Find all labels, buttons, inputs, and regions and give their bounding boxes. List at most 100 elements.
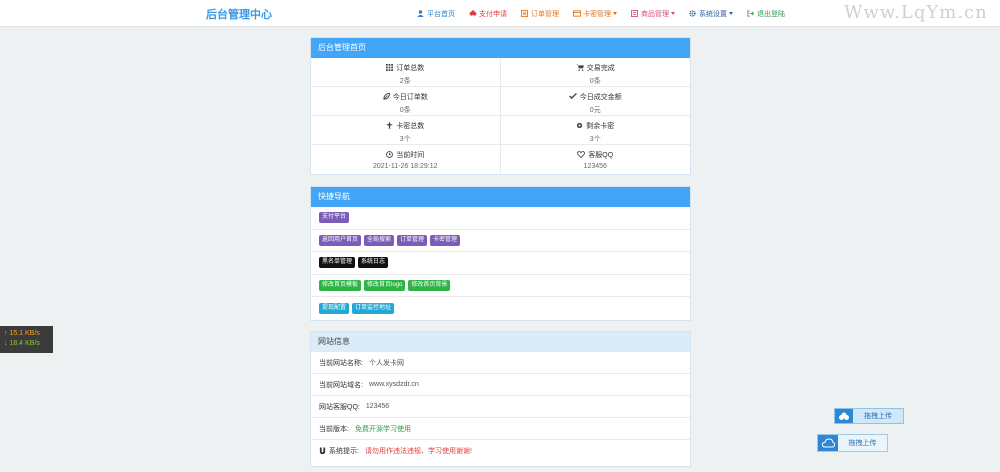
quick-nav-button[interactable]: 全局搜索	[364, 234, 395, 246]
grid-icon	[386, 63, 396, 73]
stat-cell: 今日订单数 0条	[311, 87, 501, 116]
stat-label-row: 卡密总数	[311, 121, 500, 131]
stat-label-row: 当前时间	[311, 150, 500, 160]
nav-item-6[interactable]: 系统设置	[689, 9, 733, 19]
site-info-value: www.xysdzdr.cn	[368, 381, 419, 388]
nav-item-label: 卡密管理	[583, 10, 611, 18]
quick-nav-row: 支付平台	[311, 207, 690, 230]
quick-nav-button[interactable]: 系统日志	[358, 257, 389, 269]
stat-cell: 剩余卡密 3个	[500, 116, 691, 145]
quick-nav-button[interactable]: 返回用户首页	[319, 234, 362, 246]
quick-nav-row: 修改首页模板 修改首页logo 修改首页背景	[311, 275, 690, 298]
site-info-label: 当前网站名称:	[319, 359, 363, 367]
quick-nav-title: 快捷导航	[311, 187, 690, 207]
stat-label: 订单总数	[396, 65, 425, 72]
leaf-icon	[383, 92, 393, 102]
network-speed-widget: ↑ 15.1 KB/s ↓ 18.4 KB/s	[0, 326, 53, 353]
stat-label: 今日订单数	[392, 94, 428, 101]
site-info-body: 当前网站名称: 个人发卡网当前网站域名: www.xysdzdr.cn 网站客服QQ:…	[311, 352, 690, 462]
upload-cloud-icon	[818, 435, 838, 451]
brand-title[interactable]: 后台管理中心	[206, 6, 272, 22]
quick-nav-button[interactable]: 修改首页背景	[408, 280, 451, 292]
magnet-icon	[319, 447, 326, 455]
stat-value: 123456	[583, 163, 607, 170]
site-info-value: 免费开源学习使用	[354, 425, 411, 433]
stat-cell: 当前时间 2021-11-26 18:29:12	[311, 145, 501, 174]
nav-item-label: 平台首页	[427, 10, 455, 18]
nav-item-5[interactable]: 商品管理	[631, 9, 675, 19]
stat-value: 2021-11-26 18:29:12	[373, 163, 438, 170]
stat-label-row: 剩余卡密	[501, 121, 691, 131]
nav-item-label: 系统设置	[699, 10, 727, 18]
stat-value: 0元	[589, 107, 601, 114]
stat-label: 今日成交金额	[579, 94, 622, 101]
site-info-label: 当前版本:	[319, 425, 349, 433]
dashboard-title: 后台管理首页	[311, 38, 690, 58]
plane-icon	[386, 121, 396, 131]
quick-nav-button[interactable]: 修改首页logo	[364, 280, 406, 292]
stat-value: 0条	[589, 78, 601, 85]
site-info-value: 个人发卡网	[368, 359, 404, 367]
nav-item-label: 退出登陆	[757, 10, 785, 18]
site-info-panel: 网站信息 当前网站名称: 个人发卡网 当前网站域名: www.xysdzdr.cn 网站…	[310, 331, 691, 467]
nav-item-7[interactable]: 退出登陆	[747, 9, 785, 19]
top-navbar: 后台管理中心 平台首页 支付申请 订单管理 卡密管理 商品管理 系统设置 退出登陆 Www.…	[0, 0, 1000, 27]
quick-nav-button[interactable]: 订单管理	[397, 234, 428, 246]
nav-item-label: 商品管理	[641, 10, 669, 18]
nav-item-2[interactable]: 支付申请	[469, 9, 507, 19]
stat-cell: 订单总数 2条	[311, 58, 501, 87]
caret-down-icon	[729, 12, 733, 15]
quick-nav-button[interactable]: 卡密管理	[430, 234, 461, 246]
quick-nav-button[interactable]: 提现配置	[319, 303, 350, 315]
stat-label-row: 客服QQ	[501, 150, 691, 160]
stat-label: 交易完成	[586, 65, 615, 72]
main-nav: 平台首页 支付申请 订单管理 卡密管理 商品管理 系统设置 退出登陆	[417, 0, 799, 27]
quick-nav-row: 黑名单管理 系统日志	[311, 252, 690, 275]
upload-speed: ↑ 15.1 KB/s	[4, 330, 40, 337]
gear-icon	[689, 10, 696, 17]
drag-upload-button-2[interactable]: 拖拽上传	[817, 434, 888, 452]
box-icon	[631, 10, 638, 17]
nav-item-3[interactable]: 订单管理	[521, 9, 559, 19]
site-info-label: 当前网站域名:	[319, 381, 363, 389]
quick-nav-body: 支付平台 返回用户首页 全局搜索 订单管理 卡密管理 黑名单管理 系统日志 修改首页模板 修改首…	[311, 207, 690, 320]
nav-item-1[interactable]: 平台首页	[417, 9, 455, 19]
quick-nav-button[interactable]: 黑名单管理	[319, 257, 356, 269]
stat-label: 卡密总数	[396, 123, 425, 130]
site-info-row: 当前版本: 免费开源学习使用	[311, 418, 690, 440]
site-info-row: 网站客服QQ: 123456	[311, 396, 690, 418]
nav-item-label: 支付申请	[479, 10, 507, 18]
quick-nav-row: 返回用户首页 全局搜索 订单管理 卡密管理	[311, 230, 690, 253]
quick-nav-button[interactable]: 订单监控地址	[352, 303, 395, 315]
quick-nav-button[interactable]: 支付平台	[319, 212, 350, 224]
stat-label: 剩余卡密	[586, 123, 615, 130]
cart-icon	[575, 63, 587, 73]
quick-nav-button[interactable]: 修改首页模板	[319, 280, 362, 292]
stat-label-row: 今日订单数	[311, 92, 500, 102]
drag-upload-label-2: 拖拽上传	[848, 440, 877, 447]
stat-label-row: 今日成交金额	[501, 92, 691, 102]
site-info-row: 当前网站名称: 个人发卡网	[311, 352, 690, 374]
caret-down-icon	[613, 12, 617, 15]
user-icon	[417, 10, 424, 17]
stat-value: 3个	[399, 136, 411, 143]
cloud-icon	[469, 10, 477, 17]
drag-upload-label-1: 拖拽上传	[864, 413, 892, 420]
asterisk-icon	[576, 122, 586, 131]
dashboard-panel: 后台管理首页 订单总数 2条 交易完成 0条 今日订单数 0条 今日成交金额 0元 卡密总数 3个…	[310, 37, 691, 175]
stat-cell: 交易完成 0条	[500, 58, 690, 87]
site-info-value: 123456	[365, 403, 390, 410]
stat-cell: 今日成交金额 0元	[500, 87, 691, 116]
stat-label-row: 订单总数	[311, 63, 500, 73]
watermark: Www.LqYm.cn	[844, 2, 988, 23]
quick-nav-row: 提现配置 订单监控地址	[311, 297, 690, 320]
stat-label: 当前时间	[396, 152, 425, 159]
heart-icon	[577, 150, 588, 160]
site-info-value: 请勿用作违法违规、学习使用谢谢!	[364, 448, 472, 455]
drag-upload-button-1[interactable]: 拖拽上传	[834, 408, 904, 424]
stat-cell: 卡密总数 3个	[311, 116, 501, 145]
site-info-row: 当前网站域名: www.xysdzdr.cn	[311, 374, 690, 396]
caret-down-icon	[671, 12, 675, 15]
stat-value: 3个	[589, 136, 601, 143]
nav-item-4[interactable]: 卡密管理	[573, 9, 617, 19]
